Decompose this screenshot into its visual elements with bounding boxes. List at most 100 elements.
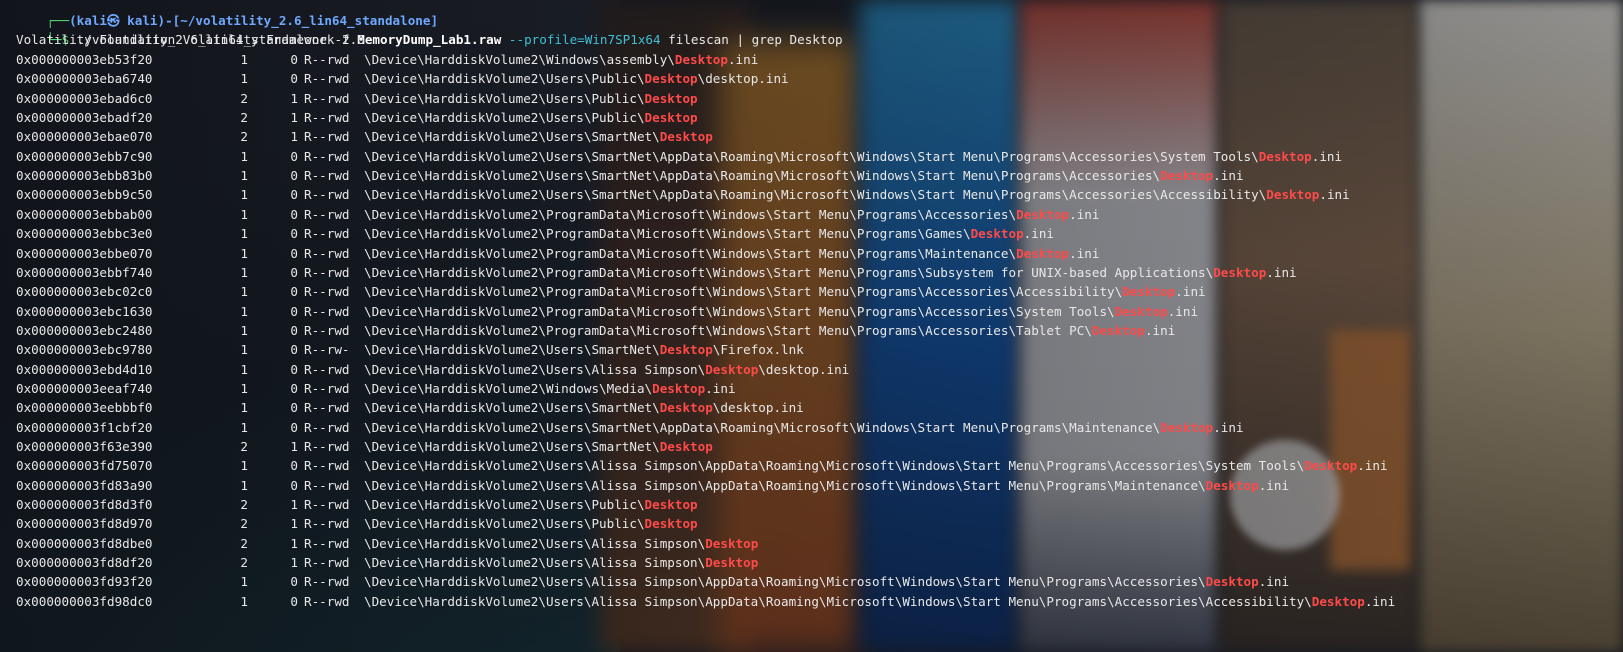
offset-cell: 0x000000003ebc1630 <box>16 303 153 319</box>
path-prefix: \Device\HarddiskVolume2\Users\SmartNet\A… <box>364 419 1161 435</box>
match-highlight: Desktop <box>644 71 698 87</box>
access-cell: R--rwd <box>304 400 350 416</box>
ptr-count-cell: 1 <box>240 245 248 261</box>
access-cell: R--rwd <box>304 284 350 300</box>
match-highlight: Desktop <box>644 90 698 106</box>
access-cell: R--rwd <box>304 187 350 203</box>
path-cell: \Device\HarddiskVolume2\Users\Alissa Sim… <box>364 360 849 379</box>
path-prefix: \Device\HarddiskVolume2\Users\Public\ <box>364 110 645 126</box>
path-prefix: \Device\HarddiskVolume2\Users\Alissa Sim… <box>364 555 706 571</box>
access-cell: R--rwd <box>304 226 350 242</box>
ptr-count-cell: 2 <box>240 497 248 513</box>
terminal-window[interactable]: ┌──(kali㉿ kali)-[~/volatility_2.6_lin64_… <box>0 0 1623 652</box>
path-cell: \Device\HarddiskVolume2\Users\SmartNet\A… <box>364 185 1350 204</box>
path-cell: \Device\HarddiskVolume2\Windows\Media\De… <box>364 379 736 398</box>
path-prefix: \Device\HarddiskVolume2\Users\Public\ <box>364 71 645 87</box>
ptr-count-cell: 1 <box>240 342 248 358</box>
match-highlight: Desktop <box>644 516 698 532</box>
path-suffix: .ini <box>1258 574 1290 590</box>
match-highlight: Desktop <box>1016 245 1070 261</box>
path-prefix: \Device\HarddiskVolume2\Users\SmartNet\ <box>364 400 660 416</box>
offset-cell: 0x000000003fd83a90 <box>16 477 153 493</box>
path-cell: \Device\HarddiskVolume2\Users\Public\Des… <box>364 514 698 533</box>
offset-cell: 0x000000003eba6740 <box>16 71 153 87</box>
access-cell: R--rwd <box>304 516 350 532</box>
match-highlight: Desktop <box>1114 303 1168 319</box>
path-cell: \Device\HarddiskVolume2\ProgramData\Micr… <box>364 263 1297 282</box>
access-cell: R--rw- <box>304 342 350 358</box>
path-cell: \Device\HarddiskVolume2\Users\Alissa Sim… <box>364 476 1289 495</box>
offset-cell: 0x000000003fd93f20 <box>16 574 153 590</box>
handle-count-cell: 0 <box>290 419 298 435</box>
handle-count-cell: 1 <box>290 110 298 126</box>
match-highlight: Desktop <box>659 400 713 416</box>
handle-count-cell: 0 <box>290 458 298 474</box>
access-cell: R--rwd <box>304 148 350 164</box>
path-suffix: .ini <box>1167 303 1199 319</box>
ptr-count-cell: 2 <box>240 110 248 126</box>
path-cell: \Device\HarddiskVolume2\Users\Public\Des… <box>364 89 698 108</box>
ptr-count-cell: 1 <box>240 477 248 493</box>
access-cell: R--rwd <box>304 168 350 184</box>
access-cell: R--rwd <box>304 361 350 377</box>
ptr-count-cell: 1 <box>240 148 248 164</box>
ptr-count-cell: 2 <box>240 90 248 106</box>
handle-count-cell: 1 <box>290 439 298 454</box>
ptr-count-cell: 2 <box>240 535 248 551</box>
path-prefix: \Device\HarddiskVolume2\Users\Public\ <box>364 516 645 532</box>
path-prefix: \Device\HarddiskVolume2\Windows\Media\ <box>364 380 653 396</box>
cmd-plugin: filescan <box>668 32 729 47</box>
path-cell: \Device\HarddiskVolume2\Users\SmartNet\D… <box>364 127 713 146</box>
offset-cell: 0x000000003fd8d970 <box>16 516 153 532</box>
offset-cell: 0x000000003ebbf740 <box>16 264 153 280</box>
path-prefix: \Device\HarddiskVolume2\ProgramData\Micr… <box>364 264 1214 280</box>
access-cell: R--rwd <box>304 497 350 513</box>
match-highlight: Desktop <box>652 380 706 396</box>
access-cell: R--rwd <box>304 303 350 319</box>
cmd-grep: grep Desktop <box>751 32 843 47</box>
path-cell: \Device\HarddiskVolume2\ProgramData\Micr… <box>364 321 1175 340</box>
match-highlight: Desktop <box>644 497 698 513</box>
ptr-count-cell: 1 <box>240 380 248 396</box>
path-suffix: .ini <box>1319 187 1350 203</box>
ptr-count-cell: 1 <box>240 71 248 87</box>
match-highlight: Desktop <box>1205 477 1259 493</box>
handle-count-cell: 1 <box>290 90 298 106</box>
access-cell: R--rwd <box>304 419 350 435</box>
handle-count-cell: 0 <box>290 284 298 300</box>
path-cell: \Device\HarddiskVolume2\Users\SmartNet\D… <box>364 340 804 359</box>
path-prefix: \Device\HarddiskVolume2\Users\Alissa Sim… <box>364 535 706 551</box>
match-highlight: Desktop <box>970 226 1024 242</box>
command-line[interactable]: └─$ ./volatility_2.6_lin64_standalone -f… <box>16 11 842 47</box>
match-highlight: Desktop <box>1304 458 1358 474</box>
path-suffix: .ini <box>1175 284 1206 300</box>
path-cell: \Device\HarddiskVolume2\ProgramData\Micr… <box>364 205 1099 224</box>
access-cell: R--rwd <box>304 380 350 396</box>
access-cell: R--rwd <box>304 439 350 454</box>
path-cell: \Device\HarddiskVolume2\Users\Public\Des… <box>364 495 698 514</box>
offset-cell: 0x000000003fd75070 <box>16 458 153 474</box>
path-cell: \Device\HarddiskVolume2\Users\Public\Des… <box>364 69 789 88</box>
handle-count-cell: 0 <box>290 303 298 319</box>
ptr-count-cell: 2 <box>240 129 248 145</box>
match-highlight: Desktop <box>659 342 713 358</box>
ptr-count-cell: 1 <box>240 264 248 280</box>
offset-cell: 0x000000003ebbab00 <box>16 206 153 222</box>
ptr-count-cell: 1 <box>240 303 248 319</box>
match-highlight: Desktop <box>1205 574 1259 590</box>
banner-line: Volatility Foundation Volatility Framewo… <box>16 32 365 47</box>
access-cell: R--rwd <box>304 477 350 493</box>
access-cell: R--rwd <box>304 129 350 145</box>
path-cell: \Device\HarddiskVolume2\Users\SmartNet\A… <box>364 418 1244 437</box>
path-suffix: .ini <box>1069 245 1100 261</box>
access-cell: R--rwd <box>304 322 350 338</box>
path-cell: \Device\HarddiskVolume2\Users\SmartNet\D… <box>364 437 713 456</box>
path-suffix: .ini <box>1069 206 1100 222</box>
handle-count-cell: 1 <box>290 516 298 532</box>
path-suffix: .ini <box>1023 226 1054 242</box>
match-highlight: Desktop <box>659 439 713 454</box>
handle-count-cell: 0 <box>290 226 298 242</box>
ptr-count-cell: 1 <box>240 419 248 435</box>
access-cell: R--rwd <box>304 52 350 67</box>
offset-cell: 0x000000003ebd4d10 <box>16 361 153 377</box>
